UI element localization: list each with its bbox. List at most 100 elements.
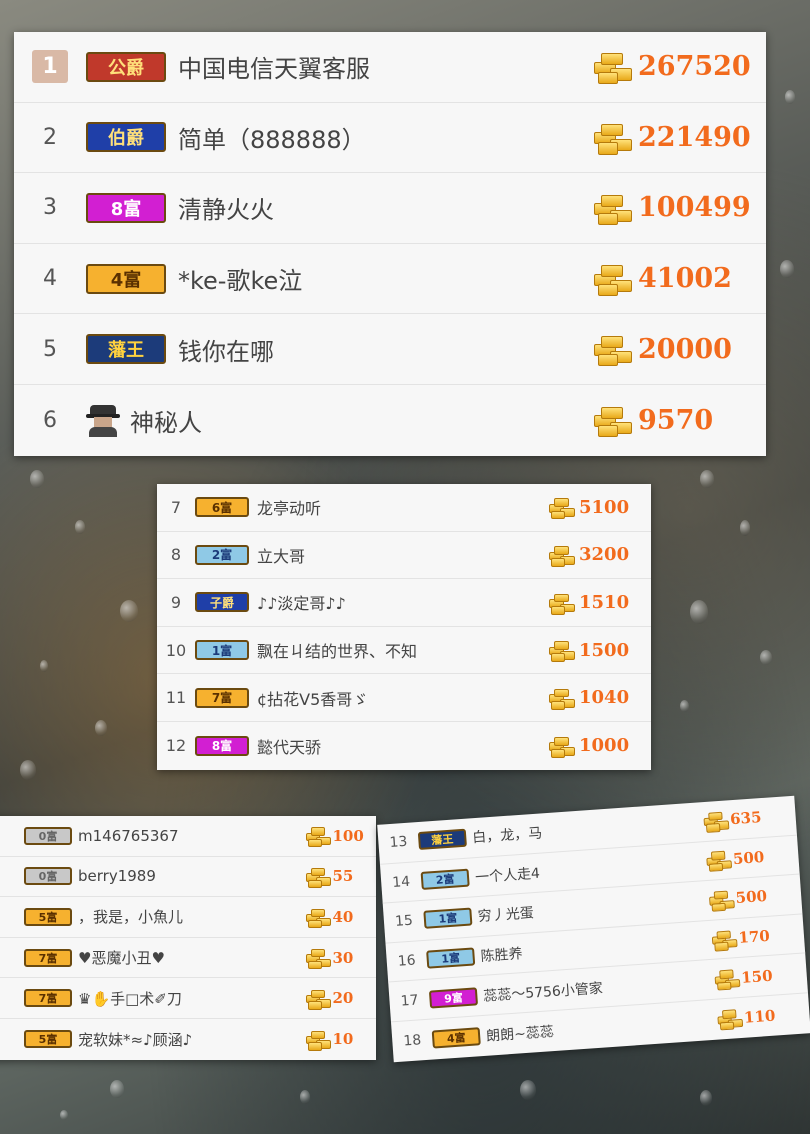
rank-badge: 1富 bbox=[195, 640, 249, 661]
username: 白，龙，马 bbox=[471, 825, 543, 847]
rank-number: 4 bbox=[43, 266, 57, 292]
rank-number: 14 bbox=[391, 873, 411, 891]
leaderboard-card-middle: 7 6富 龙亭动听 5100 8 2富 立大哥 3200 9 子爵 ♪♪淡定哥♪♪ 1510 10 1富飘… bbox=[157, 484, 651, 770]
coin-amount-group: 9570 bbox=[594, 403, 713, 438]
gold-coin-icon bbox=[594, 191, 632, 226]
leaderboard-row[interactable]: 1 公爵 中国电信天翼客服 267520 bbox=[14, 32, 766, 103]
coin-amount-group: 1500 bbox=[549, 639, 630, 663]
rank-badge: 2富 bbox=[420, 868, 470, 890]
username: 钱你在哪 bbox=[178, 337, 274, 366]
rank-badge: 0富 bbox=[24, 867, 72, 886]
rank-number: 16 bbox=[397, 952, 417, 970]
coin-amount-group: 40 bbox=[306, 906, 353, 929]
coin-amount-group: 5100 bbox=[549, 496, 630, 520]
leaderboard-row[interactable]: 2 伯爵 简单（888888） 221490 bbox=[14, 103, 766, 174]
rank-number: 15 bbox=[394, 913, 414, 931]
gold-coin-icon bbox=[549, 686, 575, 710]
gold-coin-icon bbox=[549, 735, 575, 758]
coin-amount: 1000 bbox=[579, 735, 630, 757]
rank-badge: 7富 bbox=[24, 948, 72, 967]
coin-amount: 1500 bbox=[579, 639, 630, 661]
rank-badge: 藩王 bbox=[417, 829, 467, 851]
leaderboard-row[interactable]: 0富 m146765367 100 bbox=[0, 816, 376, 857]
rank-number: 13 bbox=[389, 834, 408, 852]
username: m146765367 bbox=[78, 826, 179, 845]
coin-amount-group: 3200 bbox=[549, 544, 630, 567]
coin-amount-group: 170 bbox=[711, 925, 771, 952]
username: 朗朗~蕊蕊 bbox=[485, 1023, 555, 1045]
leaderboard-row[interactable]: 9 子爵 ♪♪淡定哥♪♪ 1510 bbox=[157, 579, 651, 627]
username: 飘在ㄐ结的世界、不知 bbox=[257, 642, 418, 662]
rank-badge: 8富 bbox=[86, 192, 166, 223]
leaderboard-row[interactable]: 12 8富 懿代天骄 1000 bbox=[157, 722, 651, 770]
leaderboard-row[interactable]: 0富 berry1989 55 bbox=[0, 857, 376, 898]
coin-amount-group: 10 bbox=[306, 1029, 353, 1051]
coin-amount-group: 20 bbox=[306, 988, 354, 1010]
leaderboard-row[interactable]: 5富 宠软妹*≈♪顾涵♪ 10 bbox=[0, 1019, 376, 1060]
username: 立大哥 bbox=[257, 546, 306, 566]
leaderboard-row[interactable]: 11 7富 ¢拈花V5香哥ゞ 1040 bbox=[157, 674, 651, 722]
rank-number: 9 bbox=[170, 592, 182, 612]
gold-coin-icon bbox=[549, 544, 575, 567]
coin-amount-group: 100 bbox=[306, 825, 364, 848]
rank-badge: 6富 bbox=[195, 497, 249, 518]
rank-badge: 5富 bbox=[24, 907, 72, 926]
leaderboard-row[interactable]: 6 神秘人 9570 bbox=[14, 385, 766, 456]
rank-badge: 5富 bbox=[24, 1030, 72, 1049]
coin-amount: 30 bbox=[332, 948, 354, 967]
gold-coin-icon bbox=[306, 1029, 331, 1051]
username: 清静火火 bbox=[178, 196, 274, 225]
coin-amount: 3200 bbox=[579, 544, 630, 566]
coin-amount: 20 bbox=[332, 989, 354, 1008]
rank-badge: 7富 bbox=[24, 989, 72, 1008]
leaderboard-row[interactable]: 4 4富 *ke-歌ke泣 41002 bbox=[14, 244, 766, 315]
gold-coin-icon bbox=[306, 906, 331, 929]
username: 穷丿光蛋 bbox=[477, 905, 535, 926]
coin-amount: 500 bbox=[735, 887, 768, 908]
leaderboard-row[interactable]: 10 1富 飘在ㄐ结的世界、不知 1500 bbox=[157, 627, 651, 675]
coin-amount: 170 bbox=[737, 926, 771, 947]
rank-number: 3 bbox=[43, 195, 57, 221]
rank-badge: 公爵 bbox=[86, 51, 166, 82]
rank-badge: 0富 bbox=[24, 826, 72, 845]
coin-amount: 1040 bbox=[579, 687, 630, 709]
leaderboard-row[interactable]: 7富 ♛✋手□术✐刀 20 bbox=[0, 978, 376, 1019]
coin-amount-group: 1510 bbox=[549, 591, 630, 615]
gold-coin-icon bbox=[306, 825, 331, 848]
coin-amount: 5100 bbox=[579, 496, 630, 518]
gold-coin-icon bbox=[549, 591, 575, 615]
rank-number: 5 bbox=[43, 336, 57, 362]
leaderboard-row[interactable]: 7 6富 龙亭动听 5100 bbox=[157, 484, 651, 532]
username: 简单（888888） bbox=[178, 125, 366, 154]
leaderboard-row[interactable]: 7富 ♥恶魔小丑♥ 30 bbox=[0, 938, 376, 979]
rank-badge: 4富 bbox=[431, 1026, 481, 1049]
leaderboard-card-bottom-right: 13 藩王 白，龙，马 635 14 2富 一个人走4 500 15 1富 穷丿光蛋 500 16 1富陈… bbox=[377, 795, 810, 1063]
username: 一个人走4 bbox=[474, 865, 541, 887]
rank-number: 10 bbox=[165, 640, 187, 660]
coin-amount: 267520 bbox=[638, 51, 751, 83]
gold-coin-icon bbox=[709, 888, 735, 912]
username: ♛✋手□术✐刀 bbox=[78, 989, 182, 1008]
rank-badge: 2富 bbox=[195, 544, 249, 565]
coin-amount: 221490 bbox=[638, 121, 751, 153]
coin-amount: 1510 bbox=[579, 591, 630, 613]
coin-amount-group: 500 bbox=[709, 886, 768, 912]
leaderboard-row[interactable]: 3 8富 清静火火 100499 bbox=[14, 173, 766, 244]
coin-amount-group: 55 bbox=[306, 866, 353, 888]
leaderboard-row[interactable]: 8 2富 立大哥 3200 bbox=[157, 532, 651, 580]
mystery-person-avatar bbox=[86, 403, 120, 438]
rank-number: 6 bbox=[43, 407, 57, 433]
rank-badge: 子爵 bbox=[195, 592, 249, 613]
gold-coin-icon bbox=[549, 496, 575, 520]
gold-coin-icon bbox=[717, 1007, 743, 1031]
leaderboard-row[interactable]: 5富 ，我是，小魚儿 40 bbox=[0, 897, 376, 938]
coin-amount-group: 1000 bbox=[549, 735, 630, 758]
rank-badge: 9富 bbox=[428, 986, 479, 1009]
coin-amount-group: 30 bbox=[306, 947, 354, 970]
gold-coin-icon bbox=[703, 809, 729, 833]
username: berry1989 bbox=[78, 867, 156, 886]
gold-coin-icon bbox=[306, 988, 331, 1010]
rank-number: 12 bbox=[165, 736, 187, 756]
rank-badge: 8富 bbox=[195, 735, 249, 756]
leaderboard-row[interactable]: 5 藩王 钱你在哪 20000 bbox=[14, 314, 766, 385]
